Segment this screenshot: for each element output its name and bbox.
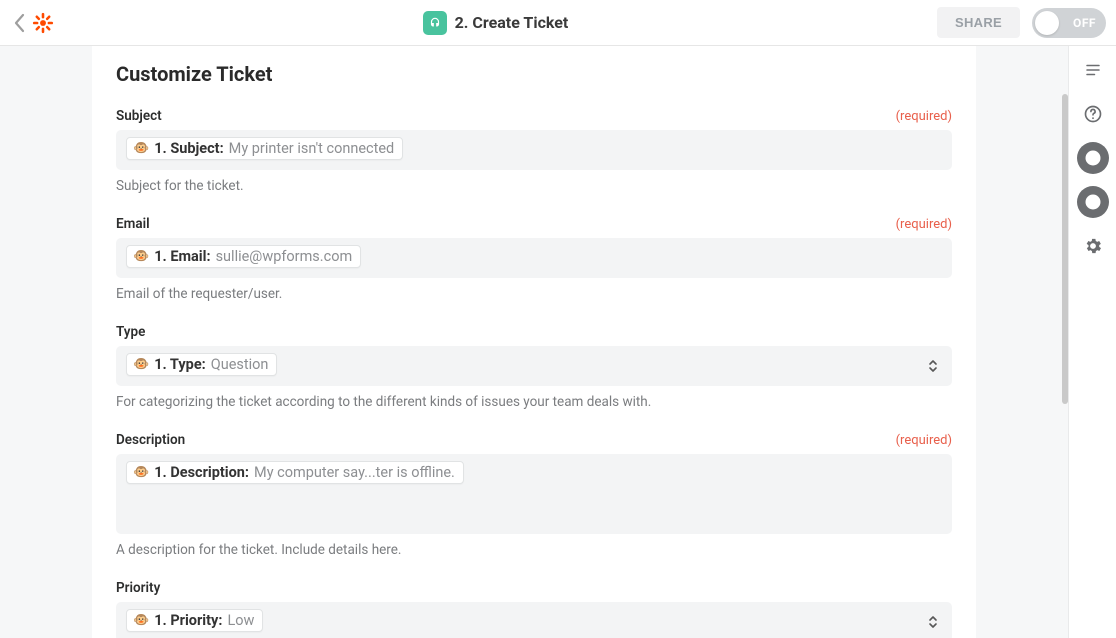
- pill-label: 1. Type:: [154, 356, 206, 373]
- settings-icon[interactable]: [1077, 230, 1109, 262]
- share-button[interactable]: SHARE: [937, 7, 1020, 38]
- source-app-icon: 🐵: [133, 250, 149, 263]
- email-input[interactable]: 🐵 1. Email: sullie@wpforms.com: [116, 238, 952, 278]
- help-icon[interactable]: [1077, 98, 1109, 130]
- alert-icon[interactable]: [1077, 142, 1109, 174]
- source-app-icon: 🐵: [133, 466, 149, 479]
- required-badge: (required): [896, 217, 952, 232]
- pill-label: 1. Priority:: [154, 612, 222, 629]
- field-email: Email (required) 🐵 1. Email: sullie@wpfo…: [116, 216, 952, 302]
- field-label: Type: [116, 324, 145, 340]
- source-app-icon: 🐵: [133, 614, 149, 627]
- field-subject: Subject (required) 🐵 1. Subject: My prin…: [116, 108, 952, 194]
- scrollbar[interactable]: [1062, 94, 1068, 594]
- pill-label: 1. Subject:: [154, 140, 223, 157]
- source-app-icon: 🐵: [133, 142, 149, 155]
- field-help: Email of the requester/user.: [116, 286, 952, 302]
- scrollbar-thumb[interactable]: [1062, 94, 1068, 404]
- zap-toggle[interactable]: OFF: [1032, 8, 1106, 38]
- field-help: For categorizing the ticket according to…: [116, 394, 952, 410]
- field-help: A description for the ticket. Include de…: [116, 542, 952, 558]
- customize-panel: Customize Ticket Subject (required) 🐵 1.…: [92, 46, 976, 638]
- description-input[interactable]: 🐵 1. Description: My computer say...ter …: [116, 454, 952, 534]
- outline-icon[interactable]: [1077, 54, 1109, 86]
- main-content: Customize Ticket Subject (required) 🐵 1.…: [0, 46, 1068, 638]
- source-app-icon: 🐵: [133, 358, 149, 371]
- field-type: Type 🐵 1. Type: Question For categorizin…: [116, 324, 952, 410]
- pill-label: 1. Description:: [154, 464, 249, 481]
- mapped-value-pill[interactable]: 🐵 1. Type: Question: [126, 353, 277, 376]
- step-title[interactable]: 2. Create Ticket: [455, 13, 569, 32]
- pill-value: My printer isn't connected: [229, 140, 395, 157]
- pill-value: My computer say...ter is offline.: [254, 464, 455, 481]
- pill-value: Low: [227, 612, 254, 629]
- type-select[interactable]: 🐵 1. Type: Question: [116, 346, 952, 386]
- back-icon[interactable]: [10, 9, 30, 37]
- mapped-value-pill[interactable]: 🐵 1. Description: My computer say...ter …: [126, 461, 464, 484]
- pill-label: 1. Email:: [154, 248, 210, 265]
- select-arrows-icon: [928, 359, 938, 373]
- toggle-label: OFF: [1073, 16, 1096, 30]
- freshdesk-app-icon: [423, 11, 447, 35]
- required-badge: (required): [896, 433, 952, 448]
- field-label: Email: [116, 216, 150, 232]
- right-sidebar: [1068, 46, 1116, 638]
- field-description: Description (required) 🐵 1. Description:…: [116, 432, 952, 558]
- required-badge: (required): [896, 109, 952, 124]
- mapped-value-pill[interactable]: 🐵 1. Email: sullie@wpforms.com: [126, 245, 361, 268]
- priority-select[interactable]: 🐵 1. Priority: Low: [116, 602, 952, 638]
- field-help: Subject for the ticket.: [116, 178, 952, 194]
- subject-input[interactable]: 🐵 1. Subject: My printer isn't connected: [116, 130, 952, 170]
- pill-value: Question: [211, 356, 269, 373]
- zapier-logo-icon[interactable]: [32, 12, 54, 34]
- select-arrows-icon: [928, 615, 938, 629]
- panel-title: Customize Ticket: [116, 62, 952, 86]
- field-label: Subject: [116, 108, 162, 124]
- field-label: Priority: [116, 580, 160, 596]
- header: 2. Create Ticket SHARE OFF: [0, 0, 1116, 46]
- toggle-knob: [1035, 11, 1059, 35]
- field-priority: Priority 🐵 1. Priority: Low Priority of …: [116, 580, 952, 638]
- pill-value: sullie@wpforms.com: [216, 248, 353, 265]
- mapped-value-pill[interactable]: 🐵 1. Subject: My printer isn't connected: [126, 137, 403, 160]
- mapped-value-pill[interactable]: 🐵 1. Priority: Low: [126, 609, 263, 632]
- clock-icon[interactable]: [1077, 186, 1109, 218]
- field-label: Description: [116, 432, 185, 448]
